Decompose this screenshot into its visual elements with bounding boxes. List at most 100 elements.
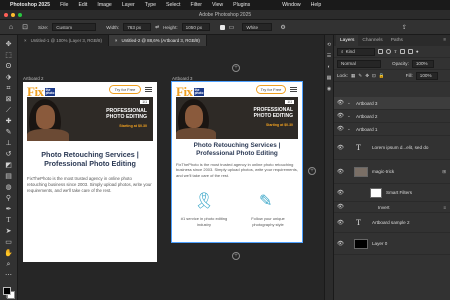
foreground-color-swatch[interactable] xyxy=(2,287,11,295)
width-field[interactable]: 763 px xyxy=(123,23,152,31)
add-artboard-right-icon[interactable]: + xyxy=(308,167,316,175)
visibility-eye-icon[interactable]: 👁 xyxy=(337,204,344,210)
type-tool-icon[interactable]: T xyxy=(4,217,14,224)
dodge-tool-icon[interactable]: ⚲ xyxy=(4,195,14,202)
zoom-window-button[interactable] xyxy=(18,13,22,17)
menu-type[interactable]: Type xyxy=(145,2,156,8)
filter-pixel-icon[interactable] xyxy=(378,49,383,54)
artboard-2-label[interactable]: Artboard 2 xyxy=(23,76,44,81)
menu-help[interactable]: Help xyxy=(311,2,322,8)
visibility-eye-icon[interactable]: 👁 xyxy=(337,145,344,151)
menu-window[interactable]: Window xyxy=(282,2,300,8)
zoom-tool-icon[interactable]: ⌕ xyxy=(4,261,14,268)
artboard-2[interactable]: Fix the photo Try for Free 1/1 PROFESSION… xyxy=(23,82,157,262)
filter-type-icon[interactable]: T xyxy=(394,49,397,54)
artboard-3-label[interactable]: Artboard 3 xyxy=(172,76,193,81)
menu-plugins[interactable]: Plugins xyxy=(233,2,250,8)
home-icon[interactable]: ⌂ xyxy=(6,23,16,32)
hamburger-menu-icon[interactable] xyxy=(145,87,152,92)
opacity-field[interactable]: 100% xyxy=(411,59,434,68)
lock-pixels-icon[interactable]: ▦ xyxy=(351,73,355,79)
eraser-tool-icon[interactable]: ◩ xyxy=(4,162,14,169)
hand-tool-icon[interactable]: ✋ xyxy=(4,250,14,257)
layer-row-invert[interactable]: 👁 Invert ≡ xyxy=(334,202,450,213)
menu-app-name[interactable]: Photoshop 2025 xyxy=(10,2,50,8)
share-icon[interactable]: ⇪ xyxy=(402,24,407,31)
visibility-eye-icon[interactable]: 👁 xyxy=(337,241,344,247)
healing-brush-tool-icon[interactable]: ✚ xyxy=(4,118,14,125)
layer-row-artboard-1[interactable]: 👁 ⌄ Artboard 1 xyxy=(334,123,450,136)
tab-close-icon[interactable]: × xyxy=(24,38,27,43)
try-for-free-button[interactable]: Try for Free xyxy=(109,85,141,94)
pen-tool-icon[interactable]: ✒ xyxy=(4,206,14,213)
layer-row-smart-filters[interactable]: 👁 Smart Filters xyxy=(334,184,450,202)
settings-icon[interactable]: ⚙ xyxy=(280,24,285,31)
blur-tool-icon[interactable]: ◍ xyxy=(4,184,14,191)
tab-layers[interactable]: Layers xyxy=(336,35,359,46)
path-selection-tool-icon[interactable]: ➤ xyxy=(4,228,14,235)
swap-icon[interactable]: ⇄ xyxy=(155,24,159,30)
menu-layer[interactable]: Layer xyxy=(122,2,135,8)
lock-all-icon[interactable]: 🔒 xyxy=(379,73,385,79)
visibility-eye-icon[interactable]: 👁 xyxy=(337,169,344,175)
filter-smart-object-icon[interactable] xyxy=(407,49,413,54)
frame-tool-icon[interactable]: ⊠ xyxy=(4,96,14,103)
try-for-free-button[interactable]: Try for Free xyxy=(256,85,286,94)
filter-toggle-icon[interactable]: ● xyxy=(416,49,419,54)
canvas-area[interactable]: + Artboard 2 Artboard 3 Fix the photo Try… xyxy=(18,46,324,300)
properties-icon[interactable]: ☰ xyxy=(326,54,332,60)
visibility-eye-icon[interactable]: 👁 xyxy=(337,190,344,196)
tab-channels[interactable]: Channels xyxy=(358,35,386,46)
history-brush-tool-icon[interactable]: ↺ xyxy=(4,151,14,158)
layer-row-layer-0[interactable]: 👁 Layer 0 xyxy=(334,233,450,255)
add-artboard-top-icon[interactable]: + xyxy=(232,64,240,72)
menu-image[interactable]: Image xyxy=(97,2,111,8)
blend-mode-select[interactable]: Normal xyxy=(337,59,381,68)
filter-kind-select[interactable]: ⌕ Kind xyxy=(337,47,375,56)
lasso-tool-icon[interactable]: ʘ xyxy=(4,63,14,70)
chevron-down-icon[interactable]: ⌄ xyxy=(347,126,351,132)
height-field[interactable]: 1050 px xyxy=(181,23,210,31)
marquee-tool-icon[interactable]: ⬚ xyxy=(4,52,14,59)
layer-row-text[interactable]: 👁 T Lorem ipsum d...elit, sed do xyxy=(334,136,450,160)
visibility-eye-icon[interactable]: 👁 xyxy=(337,220,344,226)
object-select-tool-icon[interactable]: ⬗ xyxy=(4,74,14,81)
portrait-icon[interactable] xyxy=(219,24,225,30)
layer-row-magic-trick[interactable]: 👁 magic-trick ⊞ xyxy=(334,160,450,184)
eyedropper-tool-icon[interactable]: ⟋ xyxy=(4,107,14,114)
layer-row-artboard-sample-2[interactable]: 👁 T Artboard sample 2 xyxy=(334,213,450,233)
menu-select[interactable]: Select xyxy=(166,2,180,8)
brush-tool-icon[interactable]: ✎ xyxy=(4,129,14,136)
hamburger-menu-icon[interactable] xyxy=(290,87,297,92)
menu-filter[interactable]: Filter xyxy=(190,2,202,8)
panel-menu-icon[interactable]: ≡ xyxy=(443,38,446,43)
tab-untitled-2[interactable]: × Untitled-2 @ 88,6% (Artboard 3, RGB/8) xyxy=(108,35,207,46)
filter-options-icon[interactable]: ≡ xyxy=(443,205,446,210)
color-select[interactable]: White xyxy=(242,23,273,31)
lock-move-icon[interactable]: ✥ xyxy=(365,73,369,79)
filter-adjustment-icon[interactable] xyxy=(386,49,391,54)
menu-file[interactable]: File xyxy=(60,2,68,8)
minimize-window-button[interactable] xyxy=(11,13,15,17)
visibility-eye-icon[interactable]: 👁 xyxy=(337,100,344,106)
libraries-icon[interactable]: ▦ xyxy=(326,76,332,82)
crop-tool-icon[interactable]: ⌗ xyxy=(4,85,14,92)
move-tool-icon[interactable]: ✥ xyxy=(4,41,14,48)
chevron-down-icon[interactable]: ⌄ xyxy=(347,100,351,106)
visibility-eye-icon[interactable]: 👁 xyxy=(337,126,344,132)
tab-paths[interactable]: Paths xyxy=(387,35,407,46)
filter-shape-icon[interactable] xyxy=(399,49,405,54)
artboard-3[interactable]: Fix the photo Try for Free 1/1 PROFESSION… xyxy=(171,81,303,243)
rectangle-tool-icon[interactable]: ▭ xyxy=(4,239,14,246)
adjustments-icon[interactable]: ◐ xyxy=(326,65,332,71)
lock-brush-icon[interactable]: ✎ xyxy=(358,73,362,79)
artboard-tool-icon[interactable]: ⊡ xyxy=(20,23,30,32)
lock-artboard-icon[interactable]: ⊡ xyxy=(372,73,376,79)
fill-field[interactable]: 100% xyxy=(415,71,438,80)
more-tools-icon[interactable]: ⋯ xyxy=(4,272,14,279)
visibility-eye-icon[interactable]: 👁 xyxy=(337,113,344,119)
color-icon[interactable]: ◉ xyxy=(326,87,332,93)
tab-untitled-1[interactable]: × Untitled-1 @ 100% (Layer 3, RGB/8) xyxy=(18,35,109,46)
close-window-button[interactable] xyxy=(4,13,8,17)
color-swatches[interactable] xyxy=(2,287,15,299)
